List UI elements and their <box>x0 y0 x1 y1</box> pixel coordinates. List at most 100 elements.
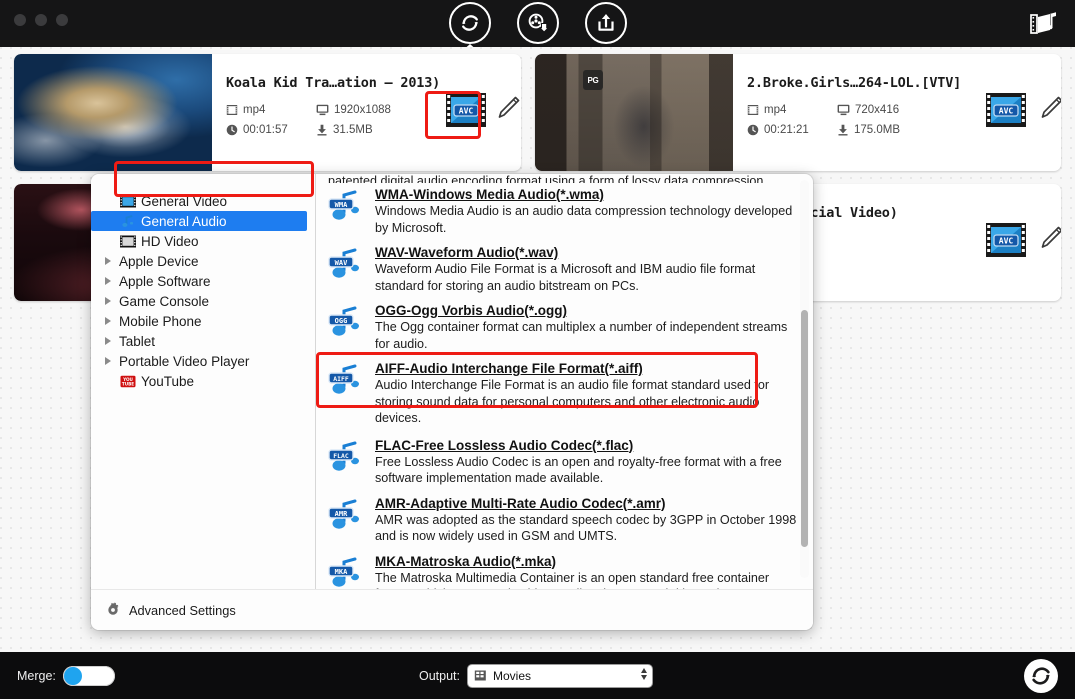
format-item-ogg[interactable]: OGG OGG-Ogg Vorbis Audio(*.ogg) The Ogg … <box>328 299 797 357</box>
output-format-button[interactable]: AVC <box>984 90 1028 130</box>
badge-text: FLAC <box>333 451 349 459</box>
category-mobile-phone[interactable]: Mobile Phone <box>91 311 315 331</box>
media-library-button[interactable] <box>1029 10 1059 38</box>
file-size: 175.0MB <box>837 124 977 136</box>
badge-text: MKA <box>335 567 348 575</box>
file-card[interactable]: PG 2.Broke.Girls…264-LOL.[VTV] mp4 720x4… <box>535 54 1061 171</box>
badge-text: WMA <box>335 201 348 209</box>
format-name: AMR-Adaptive Multi-Rate Audio Codec(*.am… <box>375 495 666 511</box>
category-label: Tablet <box>119 333 156 349</box>
merge-toggle[interactable] <box>62 665 115 686</box>
ogg-badge-icon: OGG <box>328 306 366 340</box>
top-toolbar <box>0 0 1075 52</box>
film-icon <box>747 105 759 115</box>
convert-tab[interactable] <box>448 2 491 52</box>
format-item-aiff[interactable]: AIFF AIFF-Audio Interchange File Format(… <box>328 357 797 432</box>
resolution-label: 720x416 <box>855 104 900 116</box>
mka-badge-icon: MKA <box>328 557 366 591</box>
output-format-button[interactable]: AVC <box>444 90 488 130</box>
category-label: Apple Device <box>119 253 199 269</box>
output-folder-select[interactable]: Movies <box>468 664 652 687</box>
format-text: MKA-Matroska Audio(*.mka) The Matroska M… <box>375 554 797 591</box>
file-resolution: 720x416 <box>837 104 977 116</box>
advanced-settings-row[interactable]: Advanced Settings <box>91 589 813 630</box>
pencil-icon <box>498 96 520 118</box>
category-hd-video[interactable]: HD Video <box>91 231 315 251</box>
file-container: mp4 <box>747 104 837 116</box>
category-label: YouTube <box>141 373 195 389</box>
category-portable-video-player[interactable]: Portable Video Player <box>91 351 315 371</box>
convert-button[interactable] <box>1024 658 1058 693</box>
category-general-audio[interactable]: General Audio <box>91 211 307 231</box>
container-label: mp4 <box>243 104 266 116</box>
format-list-scrollbar[interactable] <box>800 180 809 578</box>
edit-button[interactable] <box>494 94 521 124</box>
convert-circular-arrows-icon <box>461 15 478 31</box>
resolution-label: 1920x1088 <box>334 104 391 116</box>
disclosure-triangle-icon <box>105 337 111 345</box>
wav-badge-icon: WAV <box>328 248 366 282</box>
category-label: Game Console <box>119 293 210 309</box>
disclosure-triangle-icon <box>105 257 111 265</box>
clock-icon <box>226 124 238 136</box>
folder-icon <box>474 670 486 681</box>
monitor-icon <box>837 104 850 116</box>
output-label: Output: <box>419 668 460 683</box>
format-dropdown-panel: General Video General Audio HD Video App… <box>91 174 813 630</box>
rating-badge: PG <box>583 70 603 90</box>
file-thumbnail: PG <box>535 54 733 171</box>
format-panel-body: General Video General Audio HD Video App… <box>91 174 813 590</box>
category-youtube[interactable]: YOU TUBE YouTube <box>91 371 315 391</box>
category-game-console[interactable]: Game Console <box>91 291 315 311</box>
stepper-arrows-icon[interactable] <box>641 667 647 680</box>
format-text: OGG-Ogg Vorbis Audio(*.ogg) The Ogg cont… <box>375 303 797 352</box>
wma-badge-icon: WMA <box>328 190 366 224</box>
format-item-wav[interactable]: WAV WAV-Waveform Audio(*.wav) Waveform A… <box>328 241 797 299</box>
advanced-settings-label: Advanced Settings <box>129 602 236 618</box>
file-container: mp4 <box>226 104 316 116</box>
film-strip-icon <box>120 195 136 208</box>
format-badge-text: AVC <box>999 106 1014 115</box>
file-duration: 00:21:21 <box>747 124 837 136</box>
media-library-icon <box>1030 12 1056 34</box>
category-general-video[interactable]: General Video <box>91 191 315 211</box>
category-label: HD Video <box>141 233 199 249</box>
flac-badge-icon: FLAC <box>328 441 366 475</box>
merge-label: Merge: <box>17 668 56 683</box>
scrollbar-thumb[interactable] <box>801 310 808 547</box>
format-name: FLAC-Free Lossless Audio Codec(*.flac) <box>375 437 634 453</box>
film-icon <box>226 105 238 115</box>
format-item-wma[interactable]: WMA WMA-Windows Media Audio(*.wma) Windo… <box>328 183 797 241</box>
edit-button[interactable] <box>1037 224 1061 254</box>
category-label: General Audio <box>141 213 227 229</box>
size-label: 31.5MB <box>333 124 373 136</box>
format-desc: The Matroska Multimedia Container is an … <box>375 570 770 591</box>
pencil-icon <box>1041 226 1061 248</box>
format-item-amr[interactable]: AMR AMR-Adaptive Multi-Rate Audio Codec(… <box>328 492 797 550</box>
disclosure-triangle-icon <box>105 277 111 285</box>
svg-text:TUBE: TUBE <box>122 381 134 386</box>
toggle-knob <box>63 666 82 685</box>
format-item-flac[interactable]: FLAC FLAC-Free Lossless Audio Codec(*.fl… <box>328 434 797 492</box>
amr-badge-icon: AMR <box>328 499 366 533</box>
toolbar-tabs <box>0 2 1075 52</box>
category-apple-software[interactable]: Apple Software <box>91 271 315 291</box>
format-item-mka[interactable]: MKA MKA-Matroska Audio(*.mka) The Matros… <box>328 550 797 591</box>
clipped-format-desc: patented digital audio encoding format u… <box>328 174 767 183</box>
format-desc: AMR was adopted as the standard speech c… <box>375 512 797 544</box>
pencil-icon <box>1041 96 1061 118</box>
category-apple-device[interactable]: Apple Device <box>91 251 315 271</box>
share-tab[interactable] <box>584 2 627 44</box>
format-desc: Waveform Audio File Format is a Microsof… <box>375 262 756 293</box>
file-card[interactable]: Koala Kid Tra…ation — 2013) mp4 1920x108… <box>14 54 521 171</box>
badge-text: WAV <box>335 259 348 267</box>
disclosure-triangle-icon <box>105 297 111 305</box>
convert-circular-arrows-icon <box>1032 667 1050 684</box>
category-tablet[interactable]: Tablet <box>91 331 315 351</box>
download-size-icon <box>317 124 327 136</box>
download-tab[interactable] <box>516 2 559 44</box>
format-name: WMA-Windows Media Audio(*.wma) <box>375 187 604 202</box>
edit-button[interactable] <box>1037 94 1061 124</box>
output-format-button[interactable]: AVC <box>984 220 1028 260</box>
format-name: AIFF-Audio Interchange File Format(*.aif… <box>375 361 643 376</box>
